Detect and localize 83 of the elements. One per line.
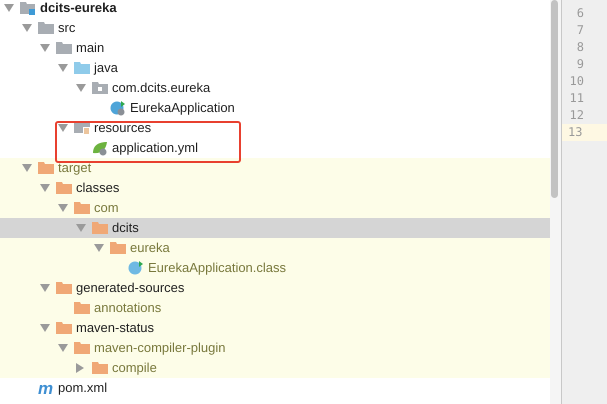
- class-icon: [110, 100, 126, 116]
- folder-icon: [92, 362, 108, 374]
- leaf-icon: [92, 140, 108, 156]
- tree-item-label: target: [58, 159, 92, 178]
- tree-row[interactable]: classes: [0, 178, 550, 198]
- folder-icon: [74, 62, 90, 74]
- collapse-arrow-icon[interactable]: [76, 84, 86, 92]
- tree-row[interactable]: java: [0, 58, 550, 78]
- package-folder-icon: [92, 82, 108, 94]
- tree-item-label: com.dcits.eureka: [112, 79, 210, 98]
- collapse-arrow-icon[interactable]: [58, 64, 68, 72]
- tree-row[interactable]: maven-compiler-plugin: [0, 338, 550, 358]
- line-number: 13: [562, 124, 607, 141]
- line-number: 12: [568, 107, 584, 124]
- module-folder-icon: [20, 1, 36, 15]
- tree-item-label: compile: [112, 359, 157, 378]
- tree-row[interactable]: compile: [0, 358, 550, 378]
- collapse-arrow-icon[interactable]: [58, 204, 68, 212]
- collapse-arrow-icon[interactable]: [58, 344, 68, 352]
- tree-row[interactable]: application.yml: [0, 138, 550, 158]
- tree-item-label: EurekaApplication.class: [148, 259, 286, 278]
- folder-icon: [56, 42, 72, 54]
- tree-row[interactable]: annotations: [0, 298, 550, 318]
- folder-icon: [74, 342, 90, 354]
- collapse-arrow-icon[interactable]: [58, 124, 68, 132]
- tree-item-label: resources: [94, 119, 152, 138]
- tree-item-label: pom.xml: [58, 379, 108, 398]
- tree-item-label: java: [94, 59, 118, 78]
- folder-icon: [56, 282, 72, 294]
- tree-item-label: EurekaApplication: [130, 99, 235, 118]
- tree-item-label: classes: [76, 179, 120, 198]
- tree-row[interactable]: EurekaApplication.class: [0, 258, 550, 278]
- tree-item-label: src: [58, 19, 76, 38]
- tree-row[interactable]: target: [0, 158, 550, 178]
- folder-icon: [110, 242, 126, 254]
- folder-icon: [92, 222, 108, 234]
- folder-icon: [74, 202, 90, 214]
- tree-item-label: eureka: [130, 239, 170, 258]
- tree-row[interactable]: main: [0, 38, 550, 58]
- folder-icon: [74, 302, 90, 314]
- tree-item-label: main: [76, 39, 104, 58]
- tree-item-label: dcits: [112, 219, 139, 238]
- tree-item-label: generated-sources: [76, 279, 184, 298]
- folder-icon: [56, 322, 72, 334]
- tree-item-label: dcits-eureka: [40, 0, 117, 18]
- folder-icon: [38, 22, 54, 34]
- line-number: 11: [568, 90, 584, 107]
- tree-row[interactable]: m pom.xml: [0, 378, 550, 398]
- class-icon: [128, 260, 144, 276]
- tree-item-label: maven-compiler-plugin: [94, 339, 226, 358]
- collapse-arrow-icon[interactable]: [94, 244, 104, 252]
- maven-icon: m: [38, 380, 54, 396]
- line-number: 9: [576, 56, 584, 73]
- tree-row[interactable]: maven-status: [0, 318, 550, 338]
- collapse-arrow-icon[interactable]: [40, 44, 50, 52]
- tree-row[interactable]: EurekaApplication: [0, 98, 550, 118]
- collapse-arrow-icon[interactable]: [22, 164, 32, 172]
- tree-item-label: maven-status: [76, 319, 154, 338]
- collapse-arrow-icon[interactable]: [40, 184, 50, 192]
- collapse-arrow-icon[interactable]: [76, 224, 86, 232]
- expand-arrow-icon[interactable]: [76, 363, 84, 373]
- collapse-arrow-icon[interactable]: [40, 324, 50, 332]
- tree-row[interactable]: src: [0, 18, 550, 38]
- tree-row[interactable]: resources: [0, 118, 550, 138]
- tree-item-label: annotations: [94, 299, 162, 318]
- tree-row[interactable]: dcits-eureka: [0, 0, 550, 18]
- tree-row[interactable]: generated-sources: [0, 278, 550, 298]
- collapse-arrow-icon[interactable]: [4, 4, 14, 12]
- line-number: 6: [576, 5, 584, 22]
- line-number: 8: [576, 39, 584, 56]
- tree-item-label: application.yml: [112, 139, 198, 158]
- line-number: 10: [568, 73, 584, 90]
- folder-icon: [56, 182, 72, 194]
- collapse-arrow-icon[interactable]: [22, 24, 32, 32]
- collapse-arrow-icon[interactable]: [40, 284, 50, 292]
- tree-row[interactable]: com.dcits.eureka: [0, 78, 550, 98]
- tree-row[interactable]: dcits: [0, 218, 550, 238]
- tree-row[interactable]: com: [0, 198, 550, 218]
- line-number: 7: [576, 22, 584, 39]
- tree-item-label: com: [94, 199, 119, 218]
- scrollbar[interactable]: [551, 0, 558, 198]
- folder-icon: [38, 162, 54, 174]
- tree-row[interactable]: eureka: [0, 238, 550, 258]
